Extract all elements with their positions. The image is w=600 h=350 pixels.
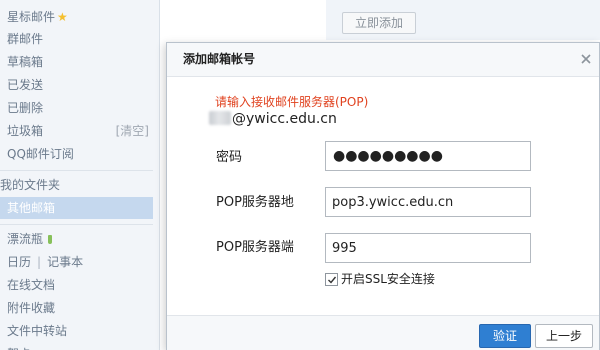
sidebar-item-label: 其他邮箱 <box>7 201 56 215</box>
pop-server-hint: 请输入接收邮件服务器(POP) <box>215 95 369 109</box>
sidebar-item-label: 在线文档 <box>7 278 56 292</box>
sidebar-item-deleted[interactable]: 已删除 <box>0 97 153 119</box>
sidebar-item-other-mailbox[interactable]: 其他邮箱 <box>0 197 153 219</box>
sidebar-item-sent[interactable]: 已发送 <box>0 74 153 96</box>
sidebar-item-file-transfer[interactable]: 文件中转站 <box>0 320 153 342</box>
sidebar-item-label: 草稿箱 <box>7 55 44 69</box>
sidebar-item-qq-subscription[interactable]: QQ邮件订阅 <box>0 143 153 165</box>
email-domain: @ywicc.edu.cn <box>232 111 337 127</box>
ssl-checkbox[interactable] <box>325 273 338 286</box>
password-label: 密码 <box>216 150 243 165</box>
ssl-label: 开启SSL安全连接 <box>341 272 435 286</box>
sidebar-item-label: QQ邮件订阅 <box>7 147 74 161</box>
sidebar: 星标邮件 ★ 群邮件 草稿箱 已发送 已删除 垃圾箱 [清空] QQ邮件订阅 我的… <box>0 0 160 350</box>
sidebar-item-starred[interactable]: 星标邮件 ★ <box>0 6 153 28</box>
sidebar-item-label: 群邮件 <box>7 32 44 46</box>
sidebar-item-label: 附件收藏 <box>7 301 56 315</box>
sidebar-item-label: 漂流瓶 <box>7 232 44 246</box>
bottle-icon <box>48 235 53 244</box>
dialog-footer: 验证 上一步 <box>167 315 599 350</box>
sidebar-item-calendar: 日历 | 记事本 <box>0 251 153 273</box>
pop-server-label: POP服务器地 <box>216 195 294 210</box>
sidebar-item-label: 星标邮件 <box>7 10 56 24</box>
sidebar-divider <box>0 224 153 225</box>
sidebar-item-my-folders[interactable]: 我的文件夹 <box>0 174 153 196</box>
separator: | <box>37 255 42 269</box>
add-now-button[interactable]: 立即添加 <box>342 12 416 34</box>
verify-button[interactable]: 验证 <box>479 324 531 348</box>
sidebar-item-label: 已发送 <box>7 78 44 92</box>
sidebar-item-group-mail[interactable]: 群邮件 <box>0 28 153 50</box>
sidebar-item-label: 文件中转站 <box>7 324 68 338</box>
pop-port-label: POP服务器端 <box>216 240 294 255</box>
notepad-link[interactable]: 记事本 <box>47 255 83 269</box>
sidebar-item-spam[interactable]: 垃圾箱 [清空] <box>0 120 153 142</box>
dialog-header: 添加邮箱帐号 <box>167 43 599 77</box>
email-address: @ywicc.edu.cn <box>209 111 337 131</box>
clear-spam-link[interactable]: [清空] <box>116 120 149 142</box>
add-mailbox-dialog: 添加邮箱帐号 请输入接收邮件服务器(POP) @ywicc.edu.cn 密码 … <box>166 42 600 350</box>
close-icon[interactable] <box>579 52 593 66</box>
pop-server-input[interactable] <box>325 187 531 217</box>
previous-button[interactable]: 上一步 <box>535 324 593 348</box>
sidebar-item-cards[interactable]: 贺卡 <box>0 343 153 350</box>
sidebar-item-label: 我的文件夹 <box>0 178 61 192</box>
redacted-username <box>209 111 231 125</box>
sidebar-item-attachments[interactable]: 附件收藏 <box>0 297 153 319</box>
sidebar-item-label: 垃圾箱 <box>7 124 44 138</box>
sidebar-item-drafts[interactable]: 草稿箱 <box>0 51 153 73</box>
calendar-link[interactable]: 日历 <box>7 255 31 269</box>
sidebar-item-drift-bottle[interactable]: 漂流瓶 <box>0 228 153 250</box>
sidebar-divider <box>0 170 153 171</box>
dialog-title: 添加邮箱帐号 <box>183 52 256 66</box>
sidebar-item-online-docs[interactable]: 在线文档 <box>0 274 153 296</box>
checkmark-icon <box>328 276 337 284</box>
sidebar-item-label: 已删除 <box>7 101 44 115</box>
pop-port-input[interactable] <box>325 233 531 263</box>
star-icon: ★ <box>57 10 68 24</box>
password-field[interactable] <box>325 141 531 171</box>
